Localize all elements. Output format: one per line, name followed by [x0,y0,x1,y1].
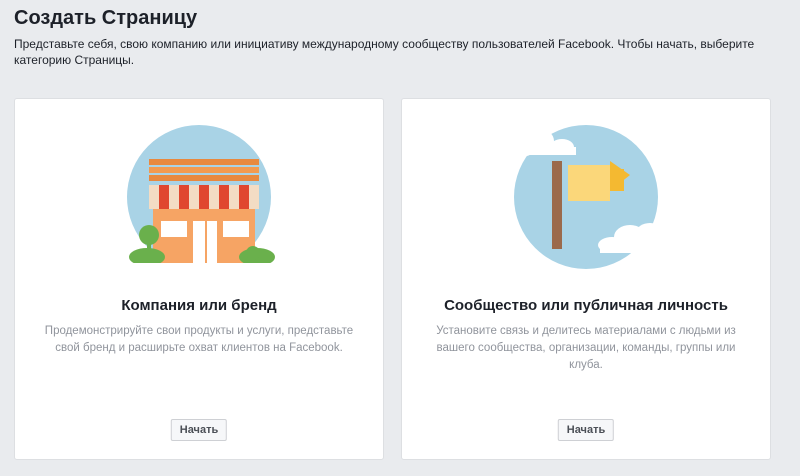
business-start-button[interactable]: Начать [170,419,228,441]
community-start-button[interactable]: Начать [557,419,615,441]
flag-icon [504,117,676,277]
community-public-figure-card[interactable]: Сообщество или публичная личность Устано… [401,98,771,460]
page-title: Создать Страницу [14,7,198,29]
storefront-icon [119,117,279,277]
business-brand-card[interactable]: Компания или бренд Продемонстрируйте сво… [14,98,384,460]
page-description: Представьте себя, свою компанию или иниц… [14,37,755,67]
card-description: Установите связь и делитесь материалами … [436,325,736,371]
card-title: Компания или бренд [121,297,277,314]
card-title: Сообщество или публичная личность [444,297,728,314]
card-description: Продемонстрируйте свои продукты и услуги… [44,325,354,354]
